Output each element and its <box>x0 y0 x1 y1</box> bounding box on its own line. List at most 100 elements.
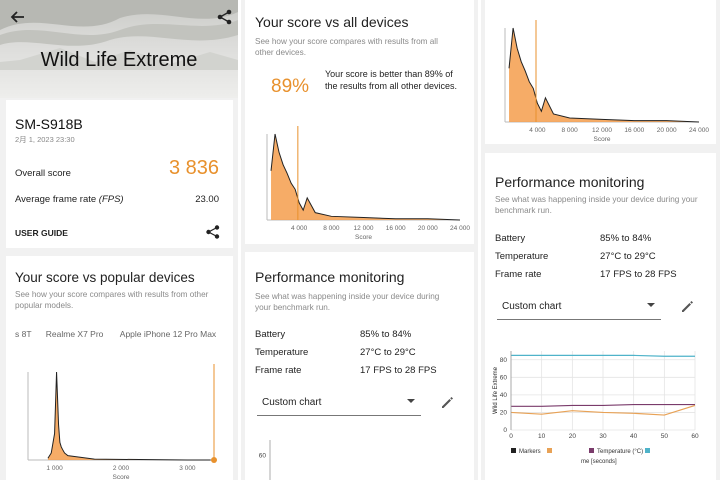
all-devices-histogram: 4 000 8 000 12 000 16 000 20 000 24 000 Score <box>266 126 470 240</box>
x-tick-label: 4 000 <box>529 127 546 134</box>
x-tick-label: 20 <box>569 433 577 440</box>
histogram-area <box>47 372 211 460</box>
popular-device-2[interactable]: Apple iPhone 12 Pro Max <box>120 329 216 339</box>
edit-chart-button[interactable] <box>439 394 455 410</box>
result-card: SM-S918B 2月 1, 2023 23:30 Overall score … <box>6 100 233 248</box>
legend-swatch <box>589 448 594 453</box>
perf-desc-full: See what was happening inside your devic… <box>495 195 698 215</box>
result-date: 2月 1, 2023 23:30 <box>15 135 75 144</box>
legend-swatch <box>645 448 650 453</box>
histogram-outline <box>47 371 211 461</box>
y-tick-label: 20 <box>500 409 508 416</box>
histogram-area <box>509 28 699 122</box>
perf-title: Performance monitoring <box>255 269 405 285</box>
share-icon <box>206 225 220 239</box>
popular-device-1[interactable]: Realme X7 Pro <box>46 329 104 339</box>
overall-score-value: 3 836 <box>168 157 219 179</box>
perf-line-chart: 0204060800 10 20 30 40 50 60Wild Life ExtremeM… <box>493 351 699 465</box>
all-devices-card-scrolled: 4 000 8 000 12 000 16 000 20 000 24 000 Score <box>485 0 716 144</box>
your-score-dot <box>211 457 217 463</box>
custom-chart-dropdown-full-label: Custom chart <box>502 301 562 312</box>
fps-value: 23.00 <box>195 194 219 205</box>
y-tick-label: 80 <box>259 440 267 441</box>
histogram-area <box>271 134 460 220</box>
chevron-down-icon <box>407 399 415 403</box>
benchmark-title: Wild Life Extreme <box>40 49 198 71</box>
perf-title-full: Performance monitoring <box>495 174 645 190</box>
perf-chart-preview: 80 60 <box>259 440 271 480</box>
x-tick-label: 20 000 <box>418 225 438 232</box>
user-guide-share-button[interactable] <box>205 224 221 240</box>
x-tick-label: 50 <box>661 433 669 440</box>
fps-label-unit: (FPS) <box>98 194 124 205</box>
x-tick-label: 4 000 <box>291 225 308 232</box>
perf-full-temp-label: Temperature <box>495 251 549 262</box>
legend-label: Markers <box>519 449 541 455</box>
x-tick-label: 12 000 <box>592 127 612 134</box>
x-tick-label: 3 000 <box>179 465 196 472</box>
perf-row-temp-label: Temperature <box>255 347 309 358</box>
edit-chart-button-full[interactable] <box>679 298 695 314</box>
custom-chart-dropdown-full[interactable]: Custom chart <box>497 300 661 320</box>
percentile-text: Your score is better than 89% of the res… <box>325 69 458 91</box>
chevron-down-icon <box>647 303 655 307</box>
x-axis-label: Score <box>594 136 611 143</box>
all-devices-histogram-scrolled: 4 000 8 000 12 000 16 000 20 000 24 000 Score <box>504 20 709 143</box>
x-tick-label: 16 000 <box>386 225 406 232</box>
all-devices-title: Your score vs all devices <box>255 14 409 30</box>
popular-device-list[interactable]: s 8T Realme X7 Pro Apple iPhone 12 Pro M… <box>15 329 216 339</box>
x-tick-label: 30 <box>599 433 607 440</box>
all-devices-desc: See how your score compares with results… <box>255 37 438 57</box>
legend-label: Temperature (°C) <box>597 449 643 455</box>
perf-full-fps-label: Frame rate <box>495 269 542 280</box>
y-axis-label: Wild Life Extreme <box>493 366 499 414</box>
panel-comparison: Your score vs all devices See how your s… <box>241 0 478 480</box>
x-tick-label: 10 <box>538 433 546 440</box>
x-tick-label: 1 000 <box>46 465 63 472</box>
x-tick-label: 20 000 <box>657 127 677 134</box>
x-tick-label: 2 000 <box>113 465 130 472</box>
x-tick-label: 12 000 <box>354 225 374 232</box>
back-arrow-icon <box>10 11 24 23</box>
custom-chart-dropdown[interactable]: Custom chart <box>257 396 421 416</box>
user-guide-link[interactable]: USER GUIDE <box>15 228 68 238</box>
legend-swatch <box>511 448 516 453</box>
y-tick-label: 0 <box>503 427 507 434</box>
x-tick-label: 40 <box>630 433 638 440</box>
custom-chart-dropdown-label: Custom chart <box>262 397 322 408</box>
overall-score-label: Overall score <box>15 168 71 179</box>
panel-performance: 4 000 8 000 12 000 16 000 20 000 24 000 Score … <box>481 0 720 480</box>
perf-full-fps-value: 17 FPS to 28 FPS <box>600 269 677 280</box>
popular-desc: See how your score compares with results… <box>15 290 209 310</box>
x-tick-label: 0 <box>509 433 513 440</box>
share-button[interactable] <box>216 8 234 26</box>
perf-card: Performance monitoring See what was happ… <box>245 252 474 480</box>
back-button[interactable] <box>9 8 27 26</box>
x-axis-label: me [seconds] <box>581 459 617 465</box>
percentile-value: 89% <box>271 76 310 97</box>
x-tick-label: 8 000 <box>323 225 340 232</box>
perf-row-fps-label: Frame rate <box>255 365 302 376</box>
perf-row-battery-label: Battery <box>255 329 286 340</box>
pencil-icon <box>442 397 453 408</box>
device-name: SM-S918B <box>15 116 83 132</box>
fps-label: Average frame rate (FPS) <box>15 194 124 205</box>
perf-card-full: Performance monitoring See what was happ… <box>485 153 716 480</box>
x-tick-label: 8 000 <box>562 127 579 134</box>
perf-full-temp-value: 27°C to 29°C <box>600 251 656 262</box>
popular-title: Your score vs popular devices <box>15 270 195 285</box>
perf-desc: See what was happening inside your devic… <box>255 292 440 312</box>
share-icon <box>217 9 232 25</box>
perf-row-fps-value: 17 FPS to 28 FPS <box>360 365 437 376</box>
y-tick-label: 60 <box>500 374 508 381</box>
x-tick-label: 60 <box>691 433 699 440</box>
perf-full-battery-label: Battery <box>495 233 526 244</box>
y-tick-label: 60 <box>259 452 267 459</box>
popular-device-0[interactable]: s 8T <box>15 329 31 339</box>
x-tick-label: 24 000 <box>450 225 470 232</box>
x-tick-label: 16 000 <box>624 127 644 134</box>
y-tick-label: 40 <box>500 392 508 399</box>
fps-label-text: Average frame rate <box>15 194 97 205</box>
panel-result: Wild Life Extreme SM-S918B 2月 1, 2023 23… <box>0 0 238 480</box>
legend-swatch <box>547 448 552 453</box>
